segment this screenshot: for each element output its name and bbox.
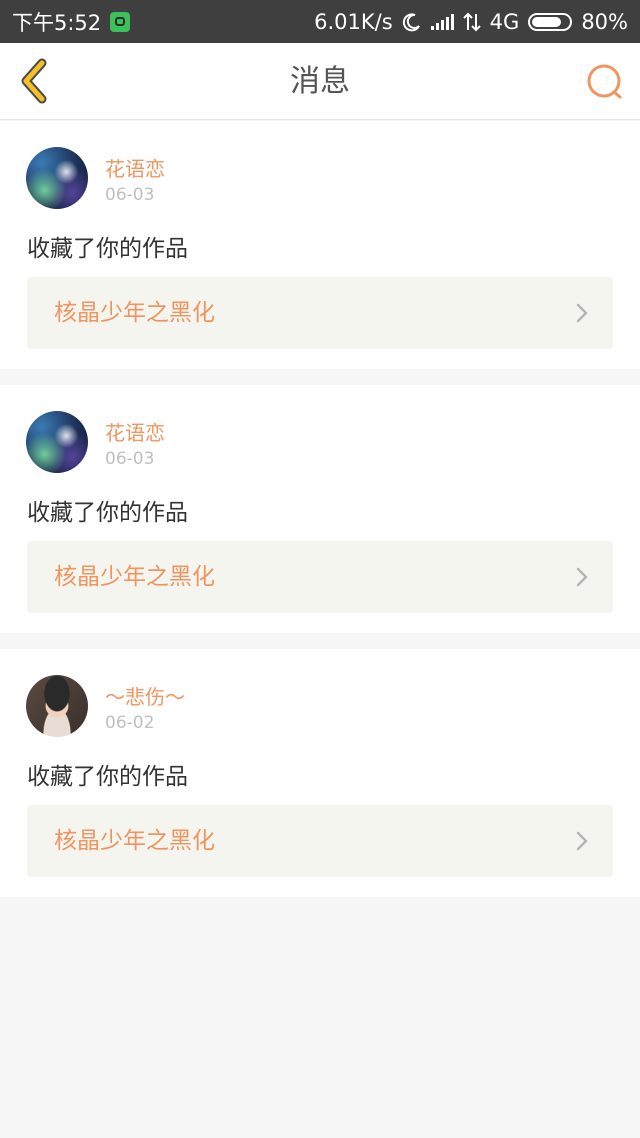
message-card: 花语恋 06-03 收藏了你的作品 核晶少年之黑化 [0,121,640,369]
status-left: 下午5:52 [12,7,131,37]
status-right: 6.01K/s 4G 80% [314,10,628,34]
screen: 下午5:52 6.01K/s 4G 80% 消息 花语恋 06-03 收藏了你的… [0,0,640,1138]
message-date: 06-02 [105,713,155,733]
user-avatar[interactable] [26,675,88,737]
message-list: 花语恋 06-03 收藏了你的作品 核晶少年之黑化 花语恋 06-03 收藏了你… [0,121,640,913]
app-notification-icon [110,11,131,32]
work-title: 核晶少年之黑化 [54,300,215,326]
battery-percent: 80% [581,9,628,34]
work-link[interactable]: 核晶少年之黑化 [27,541,613,613]
data-transfer-icon [462,12,481,31]
message-action: 收藏了你的作品 [27,500,188,526]
work-title: 核晶少年之黑化 [54,828,215,854]
message-date: 06-03 [105,449,155,469]
chevron-right-icon [576,303,588,323]
work-link[interactable]: 核晶少年之黑化 [27,805,613,877]
username[interactable]: 花语恋 [105,417,165,446]
message-card: ～悲伤～ 06-02 收藏了你的作品 核晶少年之黑化 [0,649,640,897]
work-link[interactable]: 核晶少年之黑化 [27,277,613,349]
signal-icon [430,13,454,30]
message-action: 收藏了你的作品 [27,764,188,790]
message-card: 花语恋 06-03 收藏了你的作品 核晶少年之黑化 [0,385,640,633]
username[interactable]: 花语恋 [105,153,165,182]
network-type: 4G [489,9,520,34]
username[interactable]: ～悲伤～ [105,681,185,710]
network-speed: 6.01K/s [314,9,393,34]
work-title: 核晶少年之黑化 [54,564,215,590]
battery-icon [528,12,573,31]
chevron-right-icon [576,831,588,851]
header: 消息 [0,43,640,120]
message-date: 06-03 [105,185,155,205]
chevron-right-icon [576,567,588,587]
page-title: 消息 [290,64,350,99]
user-avatar[interactable] [26,411,88,473]
battery-fill [532,16,562,27]
user-avatar[interactable] [26,147,88,209]
moon-icon [402,12,420,31]
message-action: 收藏了你的作品 [27,236,188,262]
status-bar: 下午5:52 6.01K/s 4G 80% [0,0,640,43]
status-time: 下午5:52 [12,10,102,35]
search-icon[interactable] [584,61,626,103]
